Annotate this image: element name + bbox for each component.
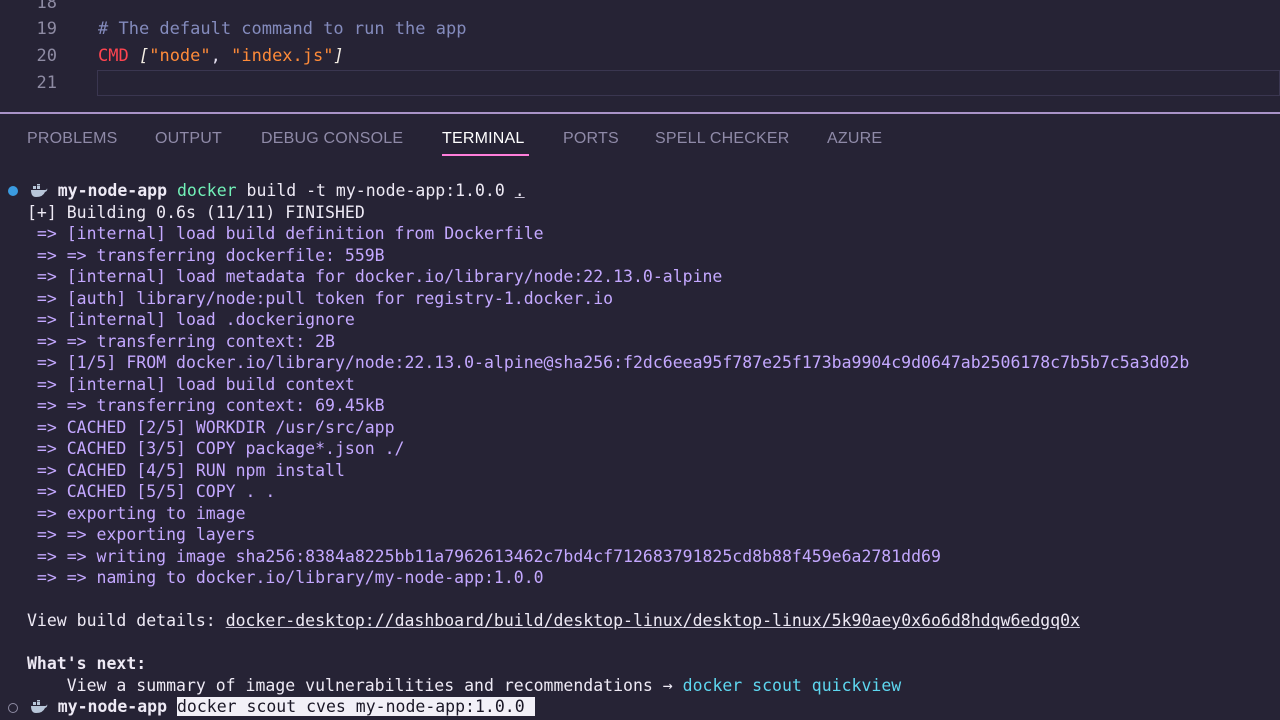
panel-tab-bar: PROBLEMS OUTPUT DEBUG CONSOLE TERMINAL P… (0, 114, 1280, 162)
build-step-line: => => writing image sha256:8384a8225bb11… (27, 547, 941, 566)
tab-problems[interactable]: PROBLEMS (27, 130, 118, 148)
prompt-directory: my-node-app (57, 697, 168, 716)
build-step-line: => [internal] load metadata for docker.i… (27, 267, 723, 286)
build-step-line: => CACHED [3/5] COPY package*.json ./ (27, 439, 405, 458)
prompt-line-current: my-node-app docker scout cves my-node-ap… (0, 696, 1280, 718)
build-details-link[interactable]: docker-desktop://dashboard/build/desktop… (226, 611, 1080, 630)
build-step-line: => => naming to docker.io/library/my-nod… (27, 568, 544, 587)
terminal-output[interactable]: my-node-app docker build -t my-node-app:… (0, 178, 1280, 720)
build-step-line: => => exporting layers (27, 525, 256, 544)
docker-whale-icon (30, 700, 48, 713)
line-number: 19 (36, 19, 57, 39)
build-step-line: => [auth] library/node:pull token for re… (27, 289, 614, 308)
bracket-close: ] (333, 46, 344, 66)
bracket-open: [ (138, 46, 150, 66)
command-program: docker (176, 181, 237, 200)
whats-next-heading: What's next: (27, 654, 147, 673)
build-step-line: => [internal] load build context (27, 375, 355, 394)
build-step-line: => => transferring dockerfile: 559B (27, 246, 385, 265)
docker-whale-icon (30, 184, 48, 197)
build-status-line: [+] Building 0.6s (11/11) FINISHED (27, 203, 365, 222)
comma: , (210, 46, 232, 66)
code-editor[interactable]: 18 19 # The default command to run the a… (0, 0, 1280, 112)
command-args: build -t my-node-app:1.0.0 (236, 181, 515, 200)
hint-line: View a summary of image vulnerabilities … (27, 675, 1280, 697)
code-comment: # The default command to run the app (98, 19, 467, 39)
hint-command: docker scout quickview (682, 676, 902, 695)
code-cmd-statement: CMD ["node", "index.js"] (98, 43, 344, 69)
build-step-line: => => transferring context: 2B (27, 332, 335, 351)
build-step-line: => [internal] load .dockerignore (27, 310, 355, 329)
code-line-18: 18 (0, 0, 1280, 16)
line-number: 18 (36, 0, 57, 13)
string-index-js: "index.js" (231, 46, 334, 66)
prompt-directory: my-node-app (57, 181, 168, 200)
build-step-line: => CACHED [4/5] RUN npm install (27, 461, 345, 480)
build-step-line: => exporting to image (27, 504, 246, 523)
tab-terminal[interactable]: TERMINAL (442, 130, 525, 148)
line-number: 20 (36, 46, 57, 66)
build-step-line: => [internal] load build definition from… (27, 224, 544, 243)
command-path-link[interactable]: . (515, 181, 525, 200)
build-step-line: => => transferring context: 69.45kB (27, 396, 385, 415)
build-details-line: View build details: docker-desktop://das… (27, 610, 1280, 632)
tab-debug-console[interactable]: DEBUG CONSOLE (261, 130, 403, 148)
tab-azure[interactable]: AZURE (827, 130, 882, 148)
code-line-19: 19 # The default command to run the app (0, 16, 1280, 42)
build-step-line: => CACHED [2/5] WORKDIR /usr/src/app (27, 418, 395, 437)
hint-text: View a summary of image vulnerabilities … (27, 676, 683, 695)
tab-spell-checker[interactable]: SPELL CHECKER (655, 130, 790, 148)
build-step-line: => CACHED [5/5] COPY . . (27, 482, 276, 501)
code-line-21: 21 (0, 70, 1280, 96)
selected-command-input[interactable]: docker scout cves my-node-app:1.0.0 (176, 697, 535, 716)
active-tab-indicator (442, 154, 529, 156)
string-node: "node" (149, 46, 211, 66)
build-step-line: => [1/5] FROM docker.io/library/node:22.… (27, 353, 1190, 372)
code-line-20: 20 CMD ["node", "index.js"] (0, 43, 1280, 69)
tab-ports[interactable]: PORTS (563, 130, 619, 148)
keyword-cmd: CMD (98, 46, 129, 66)
line-number: 21 (36, 73, 57, 93)
prompt-line-build: my-node-app docker build -t my-node-app:… (0, 180, 1280, 202)
build-details-label: View build details: (27, 611, 226, 630)
tab-output[interactable]: OUTPUT (155, 130, 222, 148)
